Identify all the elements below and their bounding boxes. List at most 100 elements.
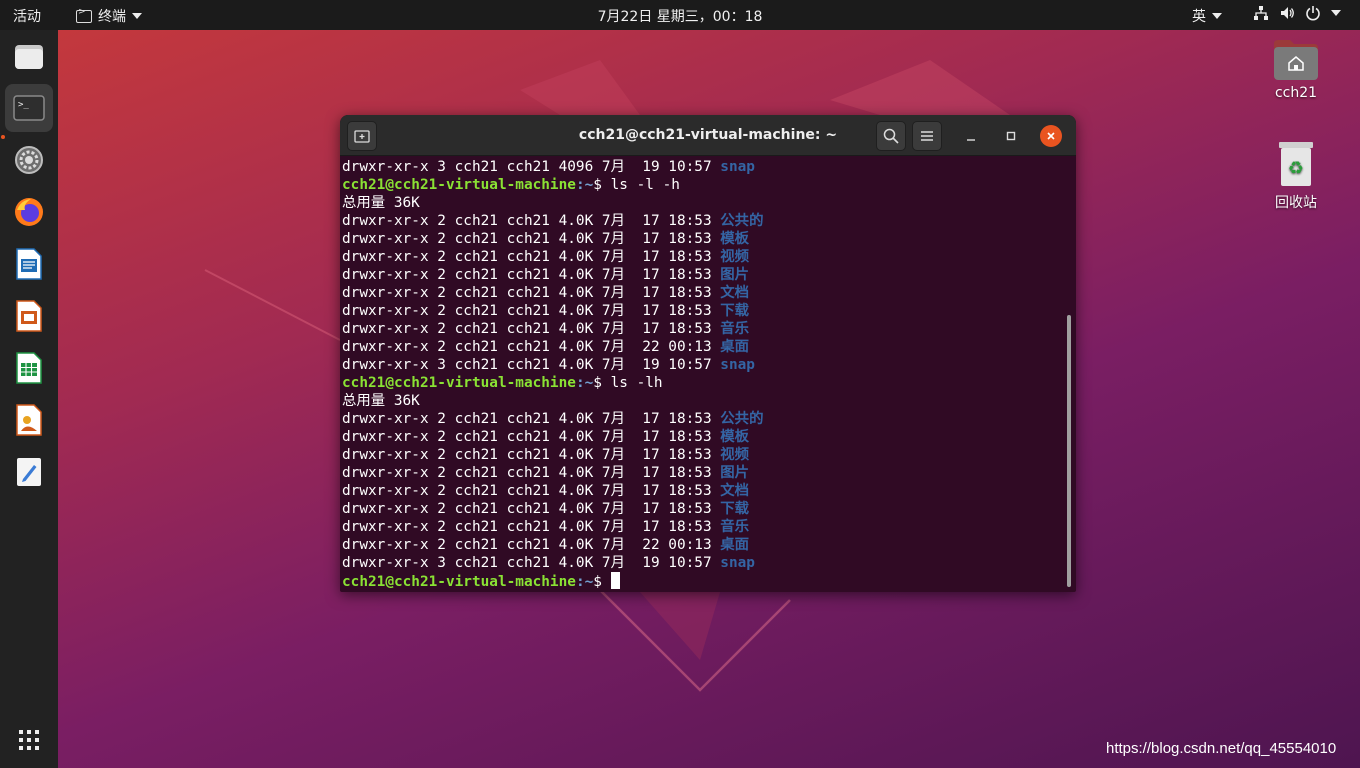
minimize-button[interactable] <box>960 125 982 147</box>
terminal-line: drwxr-xr-x 3 cch21 cch21 4.0K 7月 19 10:5… <box>342 356 1062 374</box>
listing-attributes: drwxr-xr-x 2 cch21 cch21 4.0K 7月 17 18:5… <box>342 231 721 247</box>
directory-name: 公共的 <box>720 411 764 427</box>
terminal-line: cch21@cch21-virtual-machine:~$ <box>342 572 1062 590</box>
svg-text:♻: ♻ <box>1288 158 1304 179</box>
power-icon <box>1306 6 1320 21</box>
top-bar: 活动 终端 7月22日 星期三，00：18 英 <box>0 0 1360 30</box>
text-cursor <box>610 572 620 589</box>
listing-attributes: drwxr-xr-x 2 cch21 cch21 4.0K 7月 17 18:5… <box>342 249 721 265</box>
home-folder-icon <box>1274 40 1318 80</box>
directory-name: 音乐 <box>720 519 750 535</box>
directory-name: 公共的 <box>720 213 764 229</box>
text-editor-icon <box>17 458 41 486</box>
search-icon <box>883 128 899 144</box>
terminal-line: drwxr-xr-x 2 cch21 cch21 4.0K 7月 17 18:5… <box>342 446 1062 464</box>
show-applications-button[interactable] <box>5 716 53 764</box>
dock-text-editor[interactable] <box>5 448 53 496</box>
writer-icon <box>16 248 42 280</box>
dock-writer[interactable] <box>5 240 53 288</box>
svg-text:>_: >_ <box>18 100 29 110</box>
terminal-line: cch21@cch21-virtual-machine:~$ ls -lh <box>342 374 1062 392</box>
terminal-line: drwxr-xr-x 2 cch21 cch21 4.0K 7月 22 00:1… <box>342 338 1062 356</box>
impress-icon <box>16 300 42 332</box>
clock[interactable]: 7月22日 星期三，00：18 <box>0 6 1360 26</box>
directory-name: 桌面 <box>720 537 750 553</box>
minimize-icon <box>967 139 975 141</box>
trash-icon: ♻ <box>1279 142 1313 186</box>
terminal-scrollbar[interactable] <box>1067 315 1071 587</box>
dock-impress[interactable] <box>5 292 53 340</box>
close-icon <box>1047 132 1055 140</box>
listing-attributes: drwxr-xr-x 2 cch21 cch21 4.0K 7月 17 18:5… <box>342 465 721 481</box>
directory-name: 文档 <box>720 483 750 499</box>
terminal-line: drwxr-xr-x 2 cch21 cch21 4.0K 7月 17 18:5… <box>342 428 1062 446</box>
close-button[interactable] <box>1040 125 1062 147</box>
terminal-headerbar[interactable]: cch21@cch21-virtual-machine: ~ <box>340 115 1076 156</box>
listing-attributes: drwxr-xr-x 2 cch21 cch21 4.0K 7月 17 18:5… <box>342 285 721 301</box>
terminal-line: cch21@cch21-virtual-machine:~$ ls -l -h <box>342 176 1062 194</box>
maximize-button[interactable] <box>1000 125 1022 147</box>
dock-terminal[interactable]: >_ <box>5 84 53 132</box>
terminal-line: drwxr-xr-x 2 cch21 cch21 4.0K 7月 17 18:5… <box>342 482 1062 500</box>
terminal-line: drwxr-xr-x 2 cch21 cch21 4.0K 7月 17 18:5… <box>342 230 1062 248</box>
listing-attributes: drwxr-xr-x 2 cch21 cch21 4.0K 7月 17 18:5… <box>342 411 721 427</box>
terminal-line: drwxr-xr-x 2 cch21 cch21 4.0K 7月 17 18:5… <box>342 464 1062 482</box>
terminal-line: drwxr-xr-x 2 cch21 cch21 4.0K 7月 17 18:5… <box>342 518 1062 536</box>
command-text: ls -l -h <box>610 177 680 193</box>
terminal-output[interactable]: drwxr-xr-x 3 cch21 cch21 4096 7月 19 10:5… <box>342 158 1062 590</box>
input-method-label: 英 <box>1192 9 1206 25</box>
prompt-user: cch21@cch21-virtual-machine <box>342 375 576 391</box>
gear-icon <box>15 146 43 174</box>
terminal-line: 总用量 36K <box>342 392 1062 410</box>
listing-attributes: drwxr-xr-x 2 cch21 cch21 4.0K 7月 17 18:5… <box>342 519 721 535</box>
terminal-line: drwxr-xr-x 2 cch21 cch21 4.0K 7月 17 18:5… <box>342 500 1062 518</box>
prompt-symbol: $ <box>593 574 611 590</box>
command-text: ls -lh <box>610 375 663 391</box>
directory-name: 模板 <box>720 429 750 445</box>
hamburger-menu-icon <box>921 131 933 141</box>
network-icon <box>1254 6 1268 20</box>
terminal-line: drwxr-xr-x 2 cch21 cch21 4.0K 7月 17 18:5… <box>342 302 1062 320</box>
output-text: 总用量 36K <box>342 195 420 211</box>
input-method-indicator[interactable]: 英 <box>1192 6 1222 26</box>
watermark: https://blog.csdn.net/qq_45554010 <box>1106 740 1337 757</box>
directory-name: 音乐 <box>720 321 750 337</box>
directory-name: 下载 <box>720 303 750 319</box>
running-indicator <box>1 135 5 139</box>
maximize-icon <box>1006 131 1016 141</box>
desktop-trash[interactable]: ♻ 回收站 <box>1251 140 1341 212</box>
directory-name: snap <box>720 555 755 571</box>
terminal-line: drwxr-xr-x 2 cch21 cch21 4.0K 7月 17 18:5… <box>342 266 1062 284</box>
terminal-icon: >_ <box>13 95 45 121</box>
dock-calc[interactable] <box>5 344 53 392</box>
output-text: 总用量 36K <box>342 393 420 409</box>
listing-attributes: drwxr-xr-x 2 cch21 cch21 4.0K 7月 17 18:5… <box>342 213 721 229</box>
terminal-line: drwxr-xr-x 2 cch21 cch21 4.0K 7月 17 18:5… <box>342 284 1062 302</box>
dock: >_ <box>0 30 58 768</box>
prompt-symbol: $ <box>593 177 611 193</box>
listing-attributes: drwxr-xr-x 2 cch21 cch21 4.0K 7月 17 18:5… <box>342 429 721 445</box>
directory-name: 模板 <box>720 231 750 247</box>
dock-settings[interactable] <box>5 136 53 184</box>
prompt-path: :~ <box>575 375 594 391</box>
dock-firefox[interactable] <box>5 188 53 236</box>
dock-files[interactable] <box>5 32 53 80</box>
prompt-user: cch21@cch21-virtual-machine <box>342 574 576 590</box>
search-button[interactable] <box>876 121 906 151</box>
terminal-line: drwxr-xr-x 3 cch21 cch21 4.0K 7月 19 10:5… <box>342 554 1062 572</box>
desktop-home-folder[interactable]: cch21 <box>1251 38 1341 101</box>
terminal-window[interactable]: cch21@cch21-virtual-machine: ~ drwxr-xr-… <box>340 115 1076 592</box>
listing-attributes: drwxr-xr-x 2 cch21 cch21 4.0K 7月 17 18:5… <box>342 501 721 517</box>
directory-name: snap <box>720 159 755 175</box>
directory-name: 图片 <box>720 465 750 481</box>
listing-attributes: drwxr-xr-x 2 cch21 cch21 4.0K 7月 22 00:1… <box>342 537 721 553</box>
chevron-down-icon <box>1331 10 1341 16</box>
folder-icon <box>15 45 43 69</box>
listing-attributes: drwxr-xr-x 3 cch21 cch21 4.0K 7月 19 10:5… <box>342 357 721 373</box>
menu-button[interactable] <box>912 121 942 151</box>
system-menu[interactable] <box>1253 5 1341 21</box>
photo-viewer-icon <box>16 404 42 436</box>
terminal-line: 总用量 36K <box>342 194 1062 212</box>
dock-photos[interactable] <box>5 396 53 444</box>
directory-name: 视频 <box>720 249 750 265</box>
